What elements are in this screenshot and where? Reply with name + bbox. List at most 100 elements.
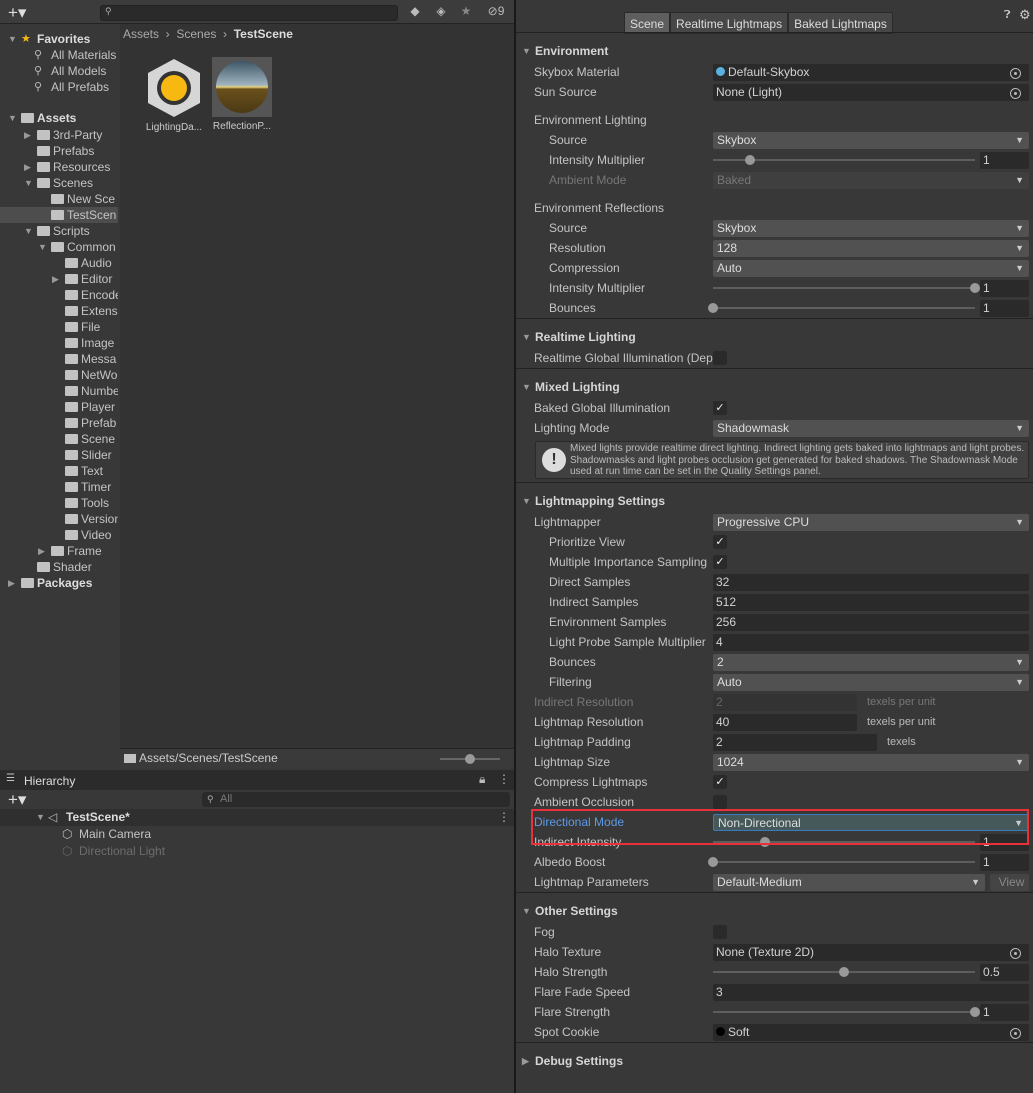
tree-item[interactable]: Numbe — [0, 383, 118, 399]
expanded-arrow-icon[interactable]: ▼ — [8, 31, 17, 47]
text-field[interactable]: 3 — [713, 984, 1029, 1001]
number-field[interactable]: 2 — [713, 734, 877, 751]
slider-track[interactable] — [713, 155, 975, 165]
favorite-star-icon[interactable]: ★ — [455, 4, 477, 20]
tree-item[interactable]: ▼ Common — [0, 239, 118, 255]
checkbox[interactable] — [713, 925, 727, 939]
hierarchy-item[interactable]: ▼ ⋮ ◁ TestScene* — [0, 809, 514, 826]
dropdown[interactable]: Auto ▼ — [713, 260, 1029, 277]
object-field[interactable]: None (Light) — [713, 84, 1029, 101]
object-picker-icon[interactable] — [1010, 68, 1021, 79]
expanded-arrow-icon[interactable]: ▼ — [24, 223, 33, 239]
slider-track[interactable] — [713, 283, 980, 293]
slider-track[interactable] — [708, 857, 975, 867]
collapsed-arrow-icon[interactable]: ▶ — [24, 127, 31, 143]
expanded-arrow-icon[interactable]: ▼ — [522, 899, 531, 923]
expanded-arrow-icon[interactable]: ▼ — [522, 39, 531, 63]
object-field[interactable]: Soft — [713, 1024, 1029, 1041]
tree-item[interactable]: ▶ Packages — [0, 575, 118, 591]
tab-baked-lightmaps[interactable]: Baked Lightmaps — [788, 12, 893, 34]
tree-item[interactable]: Text — [0, 463, 118, 479]
collapsed-arrow-icon[interactable]: ▶ — [38, 543, 45, 559]
tree-item[interactable]: ▼ Scripts — [0, 223, 118, 239]
slider-knob[interactable] — [465, 754, 475, 764]
collapsed-arrow-icon[interactable]: ▶ — [522, 1049, 529, 1073]
slider-knob[interactable] — [708, 857, 718, 867]
breadcrumb-testscene[interactable]: TestScene — [234, 27, 293, 41]
view-button[interactable]: View — [990, 874, 1029, 891]
tree-item[interactable]: ▼ ★ Favorites — [0, 31, 118, 47]
tree-item[interactable]: ▼ Assets — [0, 110, 118, 126]
checkbox[interactable]: ✓ — [713, 535, 727, 549]
tree-item[interactable]: Player — [0, 399, 118, 415]
section-header-debug-settings[interactable]: ▶ Debug Settings — [516, 1042, 1033, 1072]
slider-knob[interactable] — [839, 967, 849, 977]
dropdown[interactable]: 1024 ▼ — [713, 754, 1029, 771]
tree-item[interactable]: New Sce — [0, 191, 118, 207]
tree-item[interactable]: ▶ 3rd-Party — [0, 127, 118, 143]
section-header-realtime-lighting[interactable]: ▼ Realtime Lighting — [516, 318, 1033, 348]
tree-item[interactable]: Audio — [0, 255, 118, 271]
tree-item[interactable]: TestScen — [0, 207, 118, 223]
tree-item[interactable]: Prefabs — [0, 143, 118, 159]
slider-value-field[interactable]: 0.5 — [980, 964, 1029, 981]
slider-track[interactable] — [713, 967, 975, 977]
dropdown[interactable]: Shadowmask ▼ — [713, 420, 1029, 437]
tree-item[interactable]: Timer — [0, 479, 118, 495]
dropdown[interactable]: Auto ▼ — [713, 674, 1029, 691]
slider-knob[interactable] — [744, 155, 755, 165]
collapsed-arrow-icon[interactable]: ▶ — [24, 159, 31, 175]
asset-reflection-probe[interactable]: ReflectionP... — [202, 57, 282, 132]
section-header-other-settings[interactable]: ▼ Other Settings — [516, 892, 1033, 922]
lock-icon[interactable]: 🔒︎ — [479, 772, 485, 787]
slider-knob[interactable] — [708, 303, 718, 313]
expanded-arrow-icon[interactable]: ▼ — [522, 375, 531, 399]
tree-item[interactable]: Extens — [0, 303, 118, 319]
kebab-menu-icon[interactable]: ⋮ — [498, 772, 510, 786]
dropdown[interactable]: 2 ▼ — [713, 654, 1029, 671]
tree-item[interactable]: ⚲ All Models — [0, 63, 118, 79]
dropdown[interactable]: Skybox ▼ — [713, 132, 1029, 149]
slider-value-field[interactable]: 1 — [980, 1004, 1029, 1021]
dropdown[interactable]: Skybox ▼ — [713, 220, 1029, 237]
tree-item[interactable]: ▶ Frame — [0, 543, 118, 559]
expanded-arrow-icon[interactable]: ▼ — [36, 809, 45, 826]
tree-item[interactable]: ⚲ All Prefabs — [0, 79, 118, 95]
text-field[interactable]: 256 — [713, 614, 1029, 631]
slider-track[interactable] — [708, 303, 975, 313]
tree-item[interactable]: ▶ Resources — [0, 159, 118, 175]
create-button[interactable]: +▾ — [8, 3, 26, 23]
text-field[interactable]: 4 — [713, 634, 1029, 651]
expanded-arrow-icon[interactable]: ▼ — [522, 489, 531, 513]
hierarchy-create-button[interactable]: +▾ — [8, 790, 26, 810]
help-icon[interactable]: ❓︎ — [1004, 9, 1011, 22]
slider-track[interactable] — [713, 1007, 980, 1017]
project-search-input[interactable]: ⚲ — [100, 5, 398, 21]
tree-item[interactable]: ▶ Editor — [0, 271, 118, 287]
gear-icon[interactable]: ⚙ — [1019, 7, 1031, 23]
object-field[interactable]: Default-Skybox — [713, 64, 1029, 81]
filter-by-label-icon[interactable]: ◈ — [430, 4, 452, 20]
text-field[interactable]: 32 — [713, 574, 1029, 591]
slider-knob[interactable] — [970, 1007, 980, 1017]
hierarchy-item[interactable]: ⬡ Directional Light — [0, 843, 514, 860]
slider-value-field[interactable]: 1 — [980, 280, 1029, 297]
checkbox[interactable]: ✓ — [713, 401, 727, 415]
slider-value-field[interactable]: 1 — [980, 300, 1029, 317]
object-field[interactable]: None (Texture 2D) — [713, 944, 1029, 961]
hierarchy-item[interactable]: ⬡ Main Camera — [0, 826, 514, 843]
text-field[interactable]: 512 — [713, 594, 1029, 611]
expanded-arrow-icon[interactable]: ▼ — [24, 175, 33, 191]
checkbox[interactable] — [713, 351, 727, 365]
checkbox[interactable]: ✓ — [713, 775, 727, 789]
collapsed-arrow-icon[interactable]: ▶ — [8, 575, 15, 591]
slider-value-field[interactable]: 1 — [980, 854, 1029, 871]
section-header-mixed-lighting[interactable]: ▼ Mixed Lighting — [516, 368, 1033, 398]
tree-item[interactable]: ▼ Scenes — [0, 175, 118, 191]
tree-item[interactable]: NetWo — [0, 367, 118, 383]
expanded-arrow-icon[interactable]: ▼ — [8, 110, 17, 126]
object-picker-icon[interactable] — [1010, 1028, 1021, 1039]
tree-item[interactable]: Encode — [0, 287, 118, 303]
collapsed-arrow-icon[interactable]: ▶ — [52, 271, 59, 287]
tree-item[interactable]: Tools — [0, 495, 118, 511]
